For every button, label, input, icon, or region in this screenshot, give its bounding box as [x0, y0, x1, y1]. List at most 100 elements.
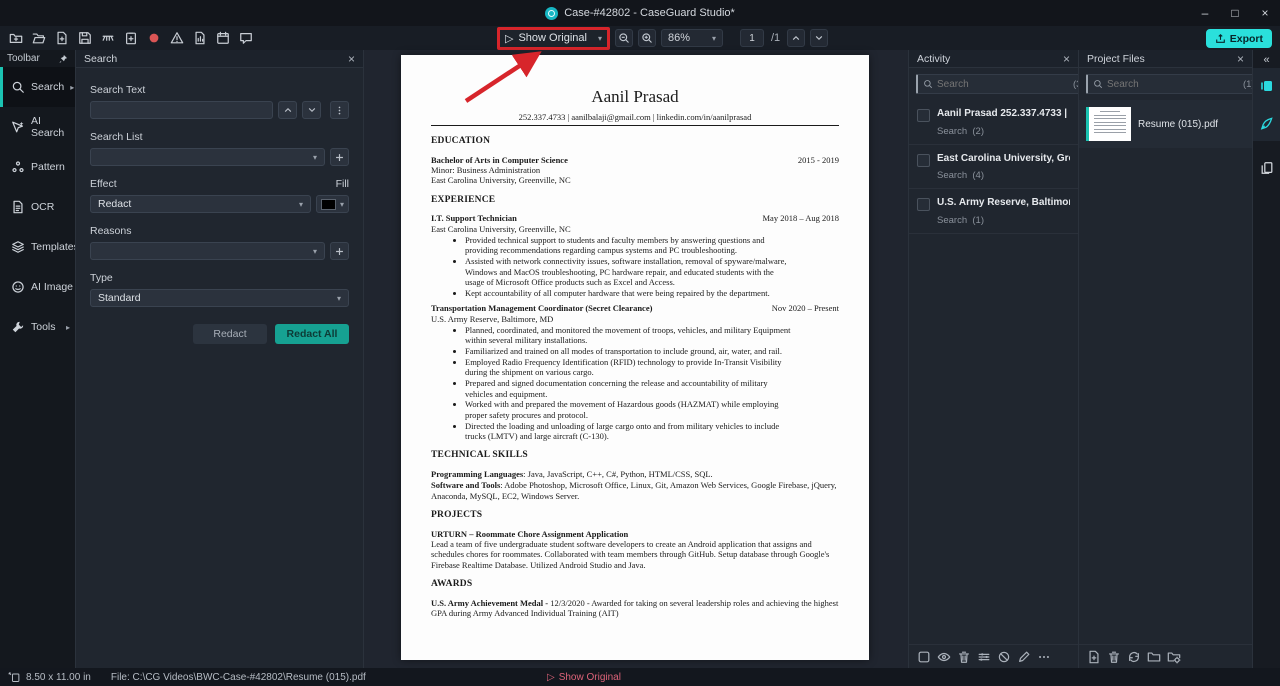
zoom-out-button[interactable]	[615, 29, 633, 47]
resume-rich-line: Programming Languages: Java, JavaScript,…	[431, 469, 839, 479]
select-box[interactable]	[917, 650, 931, 664]
export-button[interactable]: Export	[1206, 29, 1272, 48]
eye-icon[interactable]	[937, 650, 951, 664]
ocr-icon	[11, 200, 25, 214]
calendar-button[interactable]	[213, 28, 232, 48]
save-button[interactable]	[75, 28, 94, 48]
effect-dropdown[interactable]: Redact ▾	[90, 195, 311, 213]
search-options-menu-button[interactable]	[330, 101, 349, 119]
search-icon	[923, 79, 933, 89]
right-panel-strip: «	[1252, 50, 1280, 668]
search-prev-button[interactable]	[278, 101, 297, 119]
sidebar-item-pattern[interactable]: Pattern	[0, 147, 75, 187]
chevron-down-icon: ▾	[313, 153, 317, 162]
project-files-footer-toolbar	[1079, 644, 1252, 668]
sidebar-item-tools[interactable]: Tools▸	[0, 307, 75, 347]
window-title-area: Case-#42802 - CaseGuard Studio*	[0, 7, 1280, 20]
sidebar-item-ai-search[interactable]: AI Search	[0, 107, 75, 147]
zoom-level-value: 86%	[668, 32, 690, 44]
ban-icon[interactable]	[997, 650, 1011, 664]
alert-button[interactable]	[167, 28, 186, 48]
search-list-dropdown[interactable]: ▾	[90, 148, 325, 166]
search-icon	[1093, 79, 1103, 89]
add-file-button[interactable]	[52, 28, 71, 48]
resume-contact: 252.337.4733 | aanilbalaji@gmail.com | l…	[431, 112, 839, 122]
effect-value: Redact	[98, 198, 131, 210]
redact-button[interactable]: Redact	[193, 324, 267, 344]
resume-entry-line: East Carolina University, Greenville, NC	[431, 175, 839, 185]
activity-list-item[interactable]: East Carolina University, Greenville,...…	[909, 145, 1078, 190]
fill-color-picker[interactable]: ▾	[316, 195, 349, 213]
item-checkbox[interactable]	[917, 109, 930, 122]
add-file-icon	[55, 31, 69, 45]
page-size-value: 8.50 x 11.00 in	[26, 672, 91, 683]
reasons-dropdown[interactable]: ▾	[90, 242, 325, 260]
minimize-button[interactable]: –	[1190, 3, 1220, 23]
redact-all-button[interactable]: Redact All	[275, 324, 349, 344]
type-dropdown[interactable]: Standard ▾	[90, 289, 349, 307]
pin-icon[interactable]	[58, 54, 68, 64]
sync-icon[interactable]	[1127, 650, 1141, 664]
open-case-button[interactable]	[29, 28, 48, 48]
close-icon[interactable]: ×	[1063, 52, 1070, 66]
pages-icon[interactable]	[1260, 161, 1274, 175]
zoom-in-button[interactable]	[638, 29, 656, 47]
sidebar-item-ai-image[interactable]: AI Image	[0, 267, 75, 307]
report-button[interactable]	[190, 28, 209, 48]
previous-page-button[interactable]	[787, 29, 805, 47]
record-button[interactable]	[144, 28, 163, 48]
resume-bullet: Planned, coordinated, and monitored the …	[465, 325, 795, 346]
resume-bullet: Provided technical support to students a…	[465, 235, 795, 256]
item-checkbox[interactable]	[917, 154, 930, 167]
trash-icon[interactable]	[1107, 650, 1121, 664]
resume-bullet: Worked with and prepared the movement of…	[465, 399, 795, 420]
activity-search-input[interactable]	[937, 79, 1069, 90]
sidebar-item-label: Search	[31, 81, 64, 93]
redaction-brush-icon[interactable]	[1259, 116, 1274, 131]
add-file-icon[interactable]	[1087, 650, 1101, 664]
adjust-icon[interactable]	[977, 650, 991, 664]
sidebar-item-templates[interactable]: Templates▸	[0, 227, 75, 267]
main-area: Toolbar Search▸AI SearchPatternOCRTempla…	[0, 50, 1280, 668]
close-button[interactable]: ×	[1250, 3, 1280, 23]
more-icon[interactable]	[1037, 650, 1051, 664]
clipboard-add-button[interactable]	[121, 28, 140, 48]
search-text-input[interactable]	[90, 101, 273, 119]
panels-icon[interactable]	[1259, 78, 1275, 94]
activity-list-item[interactable]: Aanil Prasad 252.337.4733 | aanilb...Sea…	[909, 100, 1078, 145]
ai-image-icon	[11, 280, 25, 294]
sidebar-item-ocr[interactable]: OCR	[0, 187, 75, 227]
show-original-dropdown[interactable]: ▷ Show Original ▾	[497, 27, 610, 50]
collapse-panels-icon[interactable]: «	[1263, 50, 1269, 68]
add-search-list-button[interactable]	[330, 148, 349, 166]
project-files-search-input[interactable]	[1107, 79, 1239, 90]
folder-manage-icon[interactable]	[1167, 650, 1181, 664]
document-viewer[interactable]: Aanil Prasad 252.337.4733 | aanilbalaji@…	[363, 50, 908, 668]
page-number-input[interactable]	[740, 29, 764, 47]
project-file-item[interactable]: Resume (015).pdf	[1079, 100, 1252, 148]
activity-search-field[interactable]: (3)	[916, 74, 1091, 94]
zoom-level-dropdown[interactable]: 86% ▾	[661, 29, 723, 47]
activity-list-item[interactable]: U.S. Army Reserve, Baltimore, MDSearch (…	[909, 189, 1078, 234]
add-reason-button[interactable]	[330, 242, 349, 260]
sidebar-item-search[interactable]: Search▸	[0, 67, 75, 107]
merge-button[interactable]	[98, 28, 117, 48]
resume-bullet: Directed the loading and unloading of la…	[465, 421, 795, 442]
add-case-button[interactable]	[6, 28, 25, 48]
item-checkbox[interactable]	[917, 198, 930, 211]
maximize-button[interactable]: □	[1220, 3, 1250, 23]
close-icon[interactable]: ×	[1237, 52, 1244, 66]
play-icon: ▷	[547, 672, 555, 683]
show-original-status-toggle[interactable]: ▷ Show Original	[547, 672, 621, 683]
trash-icon[interactable]	[957, 650, 971, 664]
search-next-button[interactable]	[302, 101, 321, 119]
close-icon[interactable]: ×	[348, 52, 355, 66]
folder-icon[interactable]	[1147, 650, 1161, 664]
show-original-label: Show Original	[518, 32, 586, 44]
edit-icon[interactable]	[1017, 650, 1031, 664]
comment-button[interactable]	[236, 28, 255, 48]
project-files-search-field[interactable]: (1)	[1086, 74, 1261, 94]
activity-item-subtitle: Search (2)	[937, 126, 1070, 137]
next-page-button[interactable]	[810, 29, 828, 47]
fill-color-swatch	[321, 199, 336, 210]
